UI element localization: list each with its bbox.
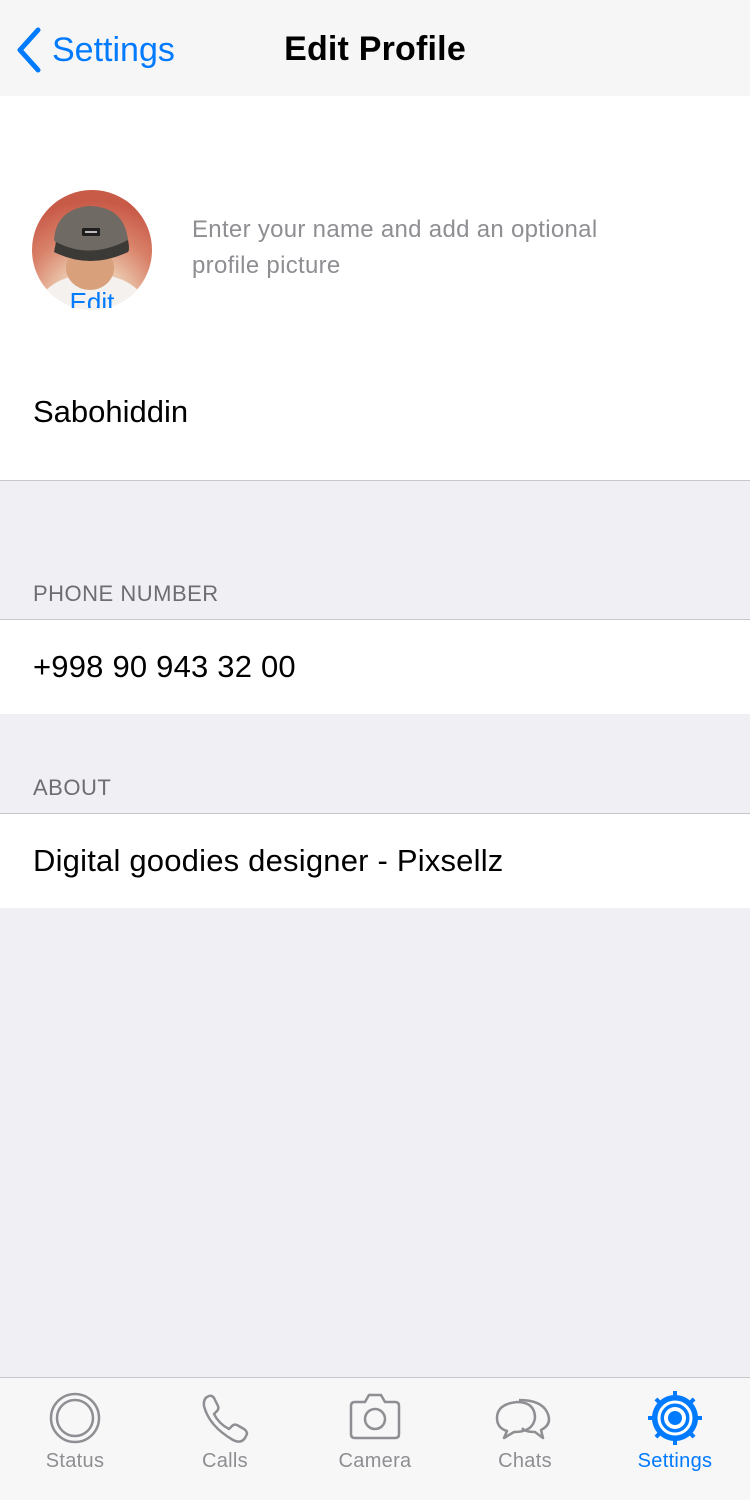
tab-calls-label: Calls xyxy=(202,1450,248,1472)
edit-photo-label: Edit xyxy=(69,287,115,308)
profile-hint: Enter your name and add an optional prof… xyxy=(192,216,598,279)
about-value: Digital goodies designer - Pixsellz xyxy=(33,843,504,878)
phone-number-value: +998 90 943 32 00 xyxy=(33,649,296,684)
tab-chats[interactable]: Chats xyxy=(450,1378,600,1500)
tab-bar: Status Calls Camera Chats Settings xyxy=(0,1377,750,1500)
tab-settings[interactable]: Settings xyxy=(600,1378,750,1500)
tab-chats-label: Chats xyxy=(498,1450,552,1472)
tab-settings-label: Settings xyxy=(637,1450,713,1472)
name-field[interactable]: Sabohiddin xyxy=(33,394,188,430)
phone-icon xyxy=(202,1394,249,1443)
tab-camera-label: Camera xyxy=(338,1450,412,1472)
tab-calls[interactable]: Calls xyxy=(150,1378,300,1500)
phone-row[interactable]: +998 90 943 32 00 xyxy=(0,619,750,714)
camera-icon xyxy=(349,1393,401,1440)
status-icon xyxy=(49,1392,101,1444)
tab-camera[interactable]: Camera xyxy=(300,1378,450,1500)
avatar-edit-button[interactable]: Edit xyxy=(32,190,152,310)
about-row[interactable]: Digital goodies designer - Pixsellz xyxy=(0,813,750,908)
navigation-bar: Settings Edit Profile xyxy=(0,0,750,96)
profile-card: Edit Enter your name and add an optional… xyxy=(0,96,750,481)
phone-section-header: PHONE NUMBER xyxy=(33,581,219,606)
tab-status[interactable]: Status xyxy=(0,1378,150,1500)
about-section-header: ABOUT xyxy=(33,775,112,800)
page-title: Edit Profile xyxy=(284,30,466,68)
settings-gear-icon xyxy=(648,1391,702,1445)
tab-status-label: Status xyxy=(45,1450,105,1472)
chats-icon xyxy=(495,1398,551,1440)
